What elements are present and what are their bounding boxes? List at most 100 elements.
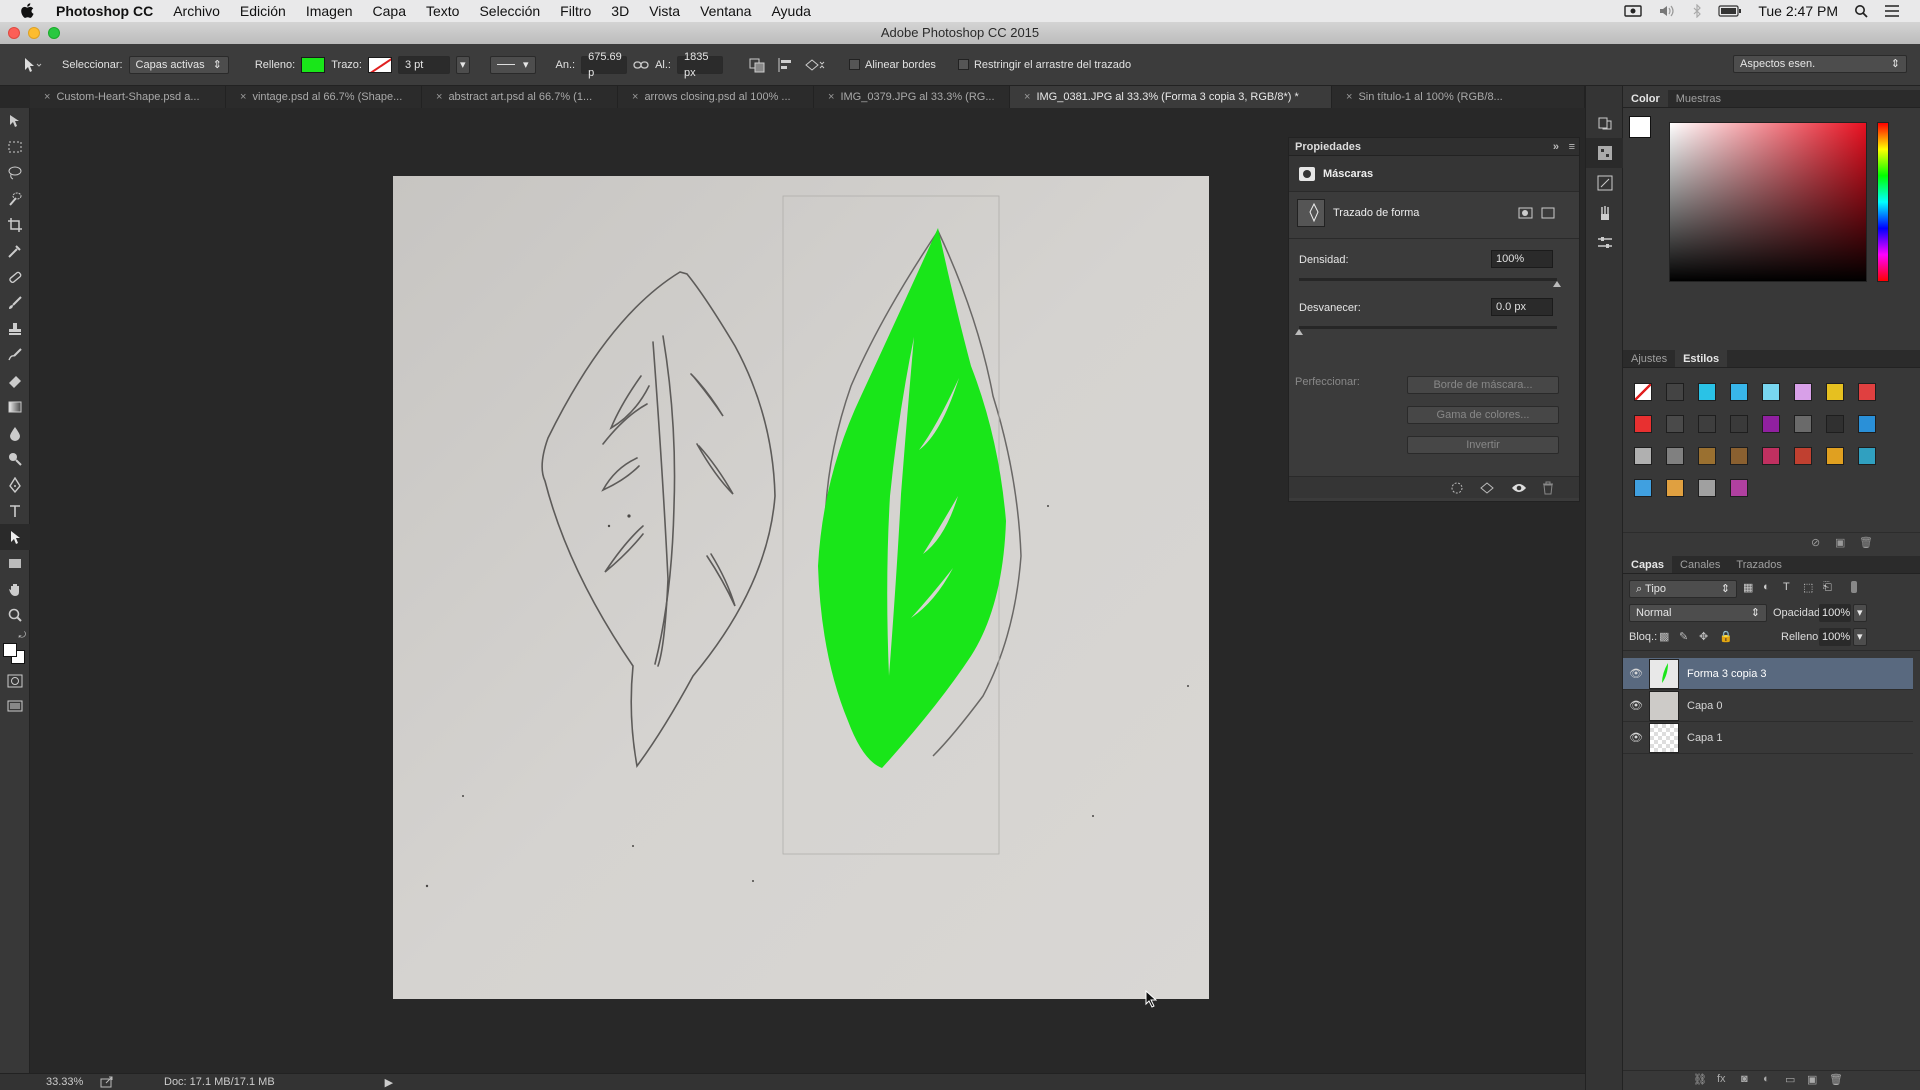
- opacity-dropdown[interactable]: ▾: [1853, 604, 1867, 622]
- style-preset[interactable]: [1659, 440, 1691, 472]
- opacity-field[interactable]: 100%: [1819, 604, 1851, 622]
- density-slider-thumb[interactable]: [1553, 281, 1561, 287]
- style-preset[interactable]: [1819, 440, 1851, 472]
- style-preset[interactable]: [1723, 440, 1755, 472]
- delete-style-icon[interactable]: 🗑: [1859, 536, 1873, 549]
- add-mask-icon[interactable]: [1517, 205, 1535, 221]
- layer-filter-dropdown[interactable]: ⌕ Tipo ⇕: [1629, 580, 1737, 598]
- style-preset[interactable]: [1851, 440, 1883, 472]
- fill-dropdown[interactable]: ▾: [1853, 628, 1867, 646]
- history-brush-tool[interactable]: [0, 342, 30, 368]
- notification-center-icon[interactable]: [1884, 4, 1900, 18]
- menu-ventana[interactable]: Ventana: [690, 3, 761, 19]
- delete-layer-icon[interactable]: 🗑: [1829, 1073, 1843, 1086]
- style-preset[interactable]: [1755, 376, 1787, 408]
- menu-texto[interactable]: Texto: [416, 3, 469, 19]
- clock[interactable]: Tue 2:47 PM: [1758, 3, 1838, 19]
- menu-3d[interactable]: 3D: [601, 3, 639, 19]
- rectangle-tool[interactable]: [0, 550, 30, 576]
- style-preset[interactable]: [1691, 440, 1723, 472]
- tab-adjustments[interactable]: Ajustes: [1623, 350, 1675, 367]
- bluetooth-icon[interactable]: [1692, 4, 1702, 18]
- tab-color[interactable]: Color: [1623, 90, 1668, 107]
- style-preset[interactable]: [1659, 472, 1691, 504]
- fill-field[interactable]: 100%: [1819, 628, 1851, 646]
- blend-mode-dropdown[interactable]: Normal ⇕: [1629, 604, 1767, 622]
- foreground-color-swatch[interactable]: [3, 643, 17, 657]
- close-tab-icon[interactable]: ×: [436, 91, 442, 103]
- menu-edicion[interactable]: Edición: [230, 3, 296, 19]
- new-group-icon[interactable]: ▭: [1785, 1073, 1795, 1086]
- tab-paths[interactable]: Trazados: [1728, 556, 1789, 573]
- menu-app-name[interactable]: Photoshop CC: [48, 3, 163, 19]
- collapse-panel-icon[interactable]: »: [1553, 138, 1559, 156]
- style-preset[interactable]: [1723, 376, 1755, 408]
- menu-archivo[interactable]: Archivo: [163, 3, 230, 19]
- document-canvas[interactable]: [393, 176, 1209, 999]
- volume-icon[interactable]: [1658, 4, 1676, 18]
- filter-shape-icon[interactable]: ⬚: [1803, 581, 1813, 594]
- screen-mode-button[interactable]: [0, 694, 30, 720]
- link-layers-icon[interactable]: ⛓: [1693, 1073, 1707, 1086]
- stroke-width-field[interactable]: 3 pt: [397, 55, 450, 74]
- style-preset[interactable]: [1755, 440, 1787, 472]
- style-preset[interactable]: [1723, 472, 1755, 504]
- document-tab-active[interactable]: × IMG_0381.JPG al 33.3% (Forma 3 copia 3,…: [1010, 86, 1332, 108]
- tab-layers[interactable]: Capas: [1623, 556, 1673, 573]
- eraser-tool[interactable]: [0, 368, 30, 394]
- delete-mask-icon[interactable]: [1541, 481, 1555, 495]
- link-icon[interactable]: [633, 59, 649, 71]
- stroke-width-dropdown[interactable]: ▾: [455, 55, 470, 74]
- width-field[interactable]: 675.69 p: [581, 51, 628, 79]
- filter-pixel-icon[interactable]: ▦: [1743, 581, 1753, 594]
- visibility-eye-icon[interactable]: 👁: [1623, 699, 1649, 712]
- style-preset[interactable]: [1851, 376, 1883, 408]
- filter-type-icon[interactable]: T: [1783, 581, 1790, 593]
- adjustments-panel-button[interactable]: [1586, 138, 1624, 168]
- lock-position-icon[interactable]: ✥: [1699, 630, 1708, 643]
- stroke-type-dropdown[interactable]: ▾: [489, 55, 536, 74]
- layer-row[interactable]: 👁 Forma 3 copia 3: [1623, 658, 1913, 690]
- minimize-window-button[interactable]: [28, 27, 40, 39]
- new-layer-icon[interactable]: ▣: [1807, 1073, 1817, 1086]
- brush-tool[interactable]: [0, 290, 30, 316]
- style-preset[interactable]: [1755, 408, 1787, 440]
- layer-style-icon[interactable]: fx: [1717, 1073, 1726, 1085]
- filter-toggle-icon[interactable]: [1851, 581, 1857, 593]
- document-tab[interactable]: × abstract art.psd al 66.7% (1...: [422, 86, 618, 108]
- type-tool[interactable]: [0, 498, 30, 524]
- align-edges-checkbox[interactable]: Alinear bordes: [849, 59, 936, 71]
- tab-styles[interactable]: Estilos: [1675, 350, 1728, 367]
- clear-style-icon[interactable]: ⊘: [1811, 536, 1820, 549]
- history-panel-button[interactable]: [1586, 108, 1624, 138]
- foreground-color-chip[interactable]: [1629, 116, 1651, 138]
- menu-seleccion[interactable]: Selección: [469, 3, 550, 19]
- style-preset[interactable]: [1627, 376, 1659, 408]
- style-preset[interactable]: [1691, 376, 1723, 408]
- style-preset[interactable]: [1627, 408, 1659, 440]
- gradient-tool[interactable]: [0, 394, 30, 420]
- lock-pixels-icon[interactable]: ✎: [1679, 630, 1688, 643]
- style-preset[interactable]: [1723, 408, 1755, 440]
- color-range-button[interactable]: Gama de colores...: [1407, 406, 1559, 424]
- load-selection-icon[interactable]: [1449, 481, 1465, 495]
- blur-tool[interactable]: [0, 420, 30, 446]
- color-swatches[interactable]: [0, 642, 30, 668]
- crop-tool[interactable]: [0, 212, 30, 238]
- close-tab-icon[interactable]: ×: [828, 91, 834, 103]
- spotlight-search-icon[interactable]: [1854, 4, 1868, 18]
- apple-icon[interactable]: [20, 3, 34, 19]
- path-alignment-icon[interactable]: [775, 56, 797, 74]
- pen-tool[interactable]: [0, 472, 30, 498]
- color-picker-field[interactable]: [1669, 122, 1867, 282]
- hand-tool[interactable]: [0, 576, 30, 602]
- menu-capa[interactable]: Capa: [363, 3, 416, 19]
- dodge-tool[interactable]: [0, 446, 30, 472]
- shape-path-thumbnail[interactable]: [1297, 199, 1325, 227]
- close-tab-icon[interactable]: ×: [44, 91, 50, 103]
- visibility-eye-icon[interactable]: [1511, 481, 1527, 495]
- eyedropper-tool[interactable]: [0, 238, 30, 264]
- fill-color-swatch[interactable]: [301, 56, 326, 73]
- new-adjustment-layer-icon[interactable]: ◐: [1763, 1073, 1770, 1085]
- tab-channels[interactable]: Canales: [1672, 556, 1728, 573]
